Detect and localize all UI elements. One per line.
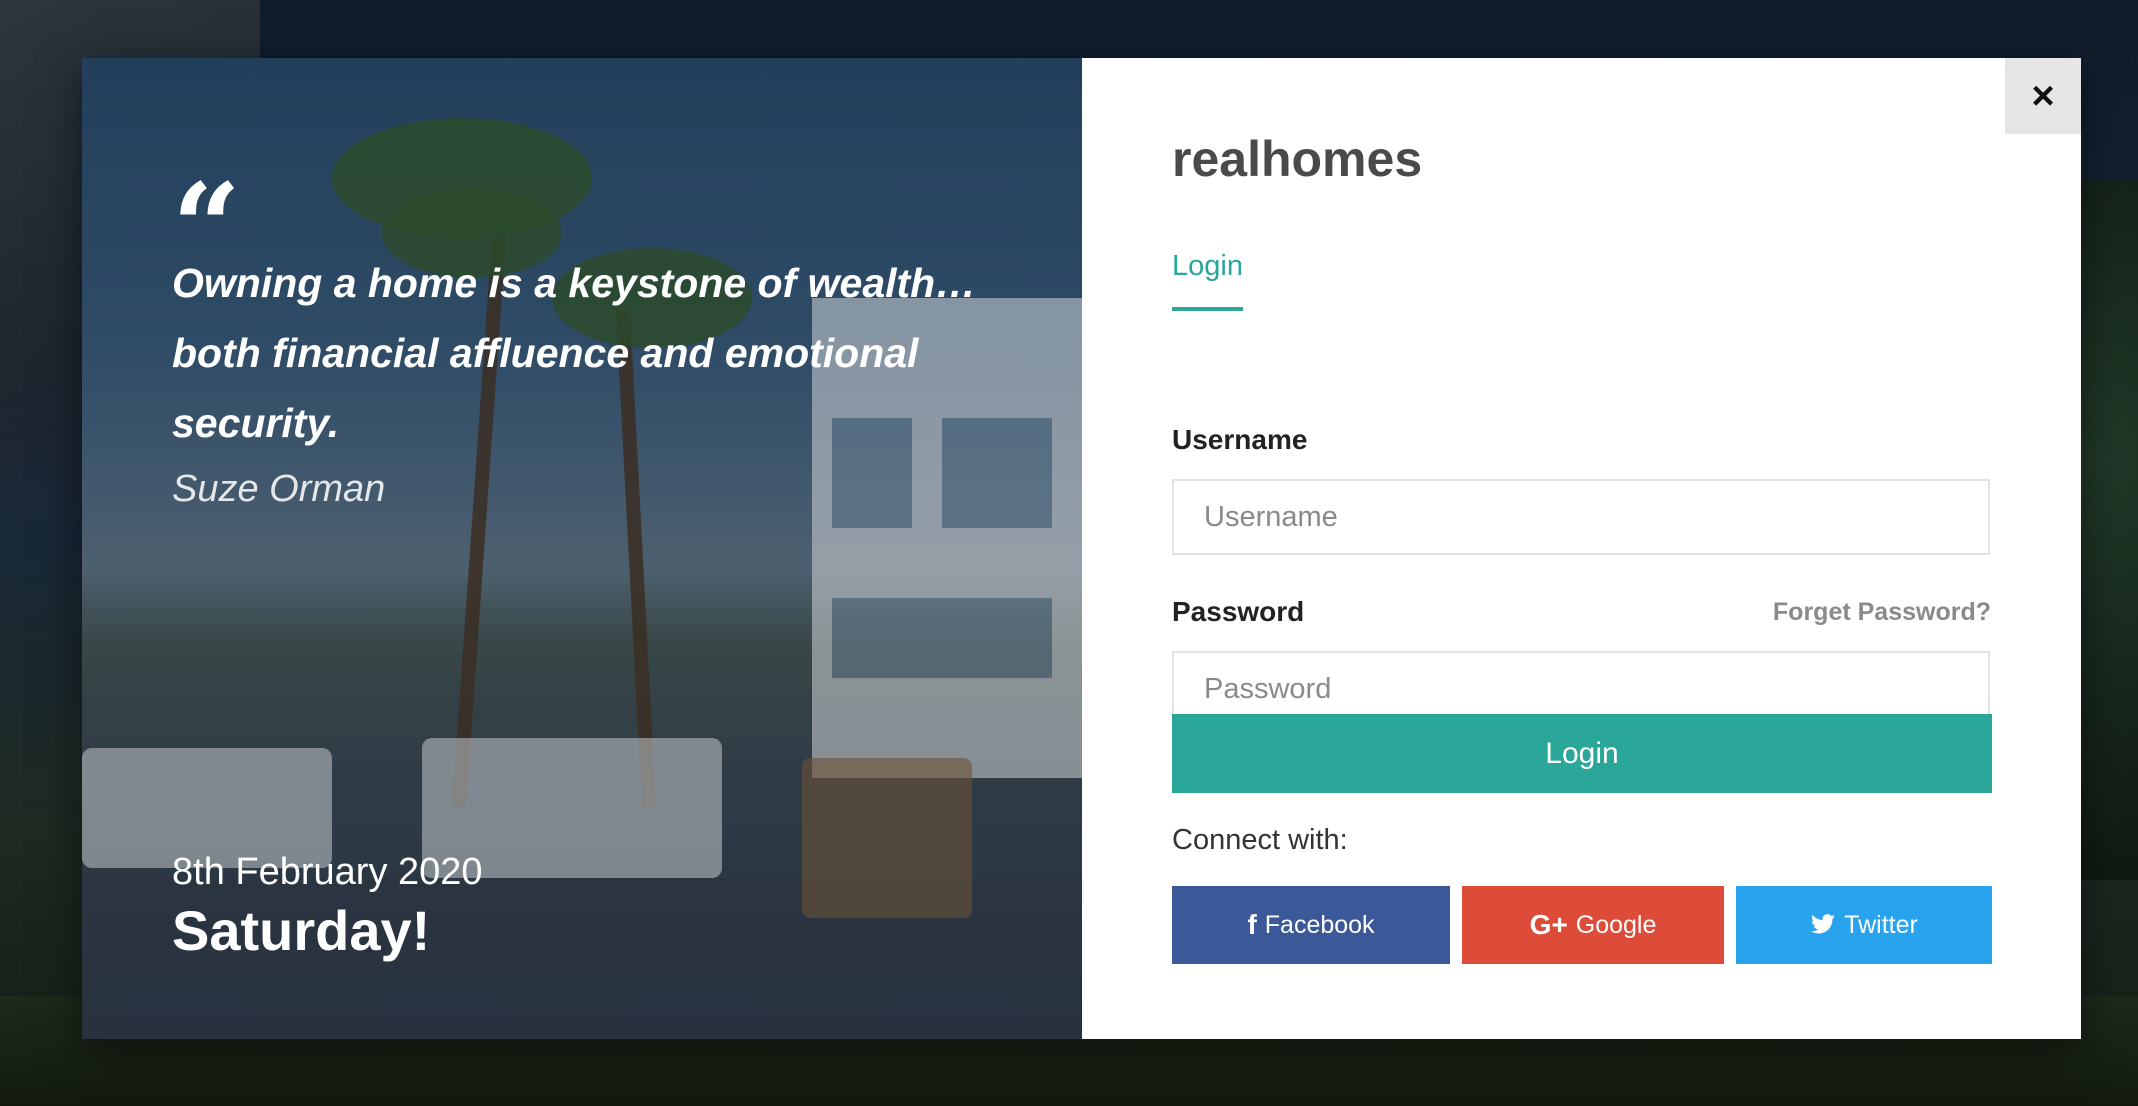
quote-panel: “ Owning a home is a keystone of wealth…… <box>82 58 1082 1039</box>
twitter-label: Twitter <box>1844 910 1918 939</box>
close-button[interactable]: × <box>2005 58 2081 134</box>
quote-text: Owning a home is a keystone of wealth… b… <box>172 260 977 446</box>
google-button[interactable]: G+ Google <box>1462 886 1724 964</box>
current-day: Saturday! <box>172 899 431 962</box>
login-form-panel: × realhomes Login Username Password Forg… <box>1082 58 2081 1039</box>
facebook-label: Facebook <box>1264 910 1375 939</box>
brand-logo: realhomes <box>1172 131 1423 187</box>
login-button[interactable]: Login <box>1172 714 1992 793</box>
twitter-button[interactable]: Twitter <box>1736 886 1992 964</box>
armchair <box>802 758 972 918</box>
tab-login[interactable]: Login <box>1172 250 1243 311</box>
quote-author: Suze Orman <box>172 468 386 510</box>
connect-with-label: Connect with: <box>1172 824 1348 856</box>
twitter-icon <box>1811 914 1836 934</box>
username-label: Username <box>1172 424 1308 455</box>
login-modal: “ Owning a home is a keystone of wealth…… <box>82 58 2081 1039</box>
forget-password-link[interactable]: Forget Password? <box>1773 598 1991 627</box>
google-plus-icon: G+ <box>1529 909 1568 940</box>
google-label: Google <box>1575 910 1657 939</box>
password-label: Password <box>1172 596 1305 627</box>
username-input[interactable] <box>1172 479 1990 555</box>
facebook-icon: f <box>1247 909 1257 940</box>
current-date: 8th February 2020 <box>172 851 483 893</box>
facebook-button[interactable]: f Facebook <box>1172 886 1450 964</box>
